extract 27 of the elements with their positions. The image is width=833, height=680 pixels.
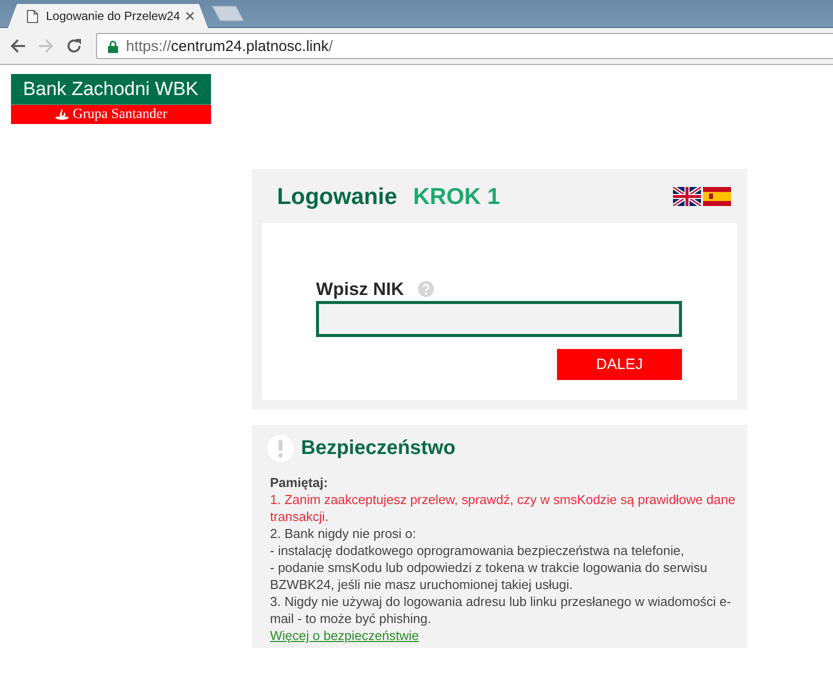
nik-input-field[interactable] <box>316 301 682 337</box>
browser-tab[interactable]: Logowanie do Przelew24 <box>8 4 208 28</box>
close-icon[interactable] <box>186 12 194 20</box>
address-field[interactable]: https://centrum24.platnosc.link/ <box>96 33 833 59</box>
security-title: Bezpieczeństwo <box>301 436 456 461</box>
reminder-heading: Pamiętaj: <box>270 474 329 491</box>
page-icon <box>27 10 38 22</box>
security-tip: - instalację dodatkowego oprogramowania bezpieczeństwa na telefonie, <box>270 542 686 559</box>
back-arrow-icon[interactable] <box>10 38 26 54</box>
nik-label: Wpisz NIK <box>316 278 404 300</box>
flame-icon <box>54 108 69 120</box>
url-text: https://centrum24.platnosc.link/ <box>126 38 333 54</box>
reload-icon[interactable] <box>66 38 82 54</box>
security-tip: 3. Nigdy nie używaj do logowania adresu lub linku przesłanego w wiadomości e-mail - to może być phishing. <box>270 593 732 627</box>
next-button[interactable]: DALEJ <box>557 349 682 380</box>
spain-flag-icon[interactable] <box>703 186 731 206</box>
uk-flag-icon[interactable] <box>673 186 701 206</box>
warning-icon <box>267 435 294 462</box>
logo-group-name: Grupa Santander <box>72 106 168 124</box>
security-tip: - podanie smsKodu lub odpowiedzi z tokena w trakcie logowania do serwisu BZWBK24, jeśli nie masz uruchomionej takiej usługi. <box>270 559 708 593</box>
step-label: KROK 1 <box>413 183 500 209</box>
login-title: Logowanie <box>277 183 398 209</box>
security-tip: 2. Bank nigdy nie prosi o: <box>270 525 417 542</box>
logo-bank-name: Bank Zachodni WBK <box>11 74 211 105</box>
security-info-link[interactable]: Więcej o bezpieczeństwie <box>270 628 419 643</box>
lock-icon <box>108 40 118 52</box>
security-tip: 1. Zanim zaakceptujesz przelew, sprawdź, czy w smsKodzie są prawidłowe dane transakcji. <box>270 491 736 525</box>
